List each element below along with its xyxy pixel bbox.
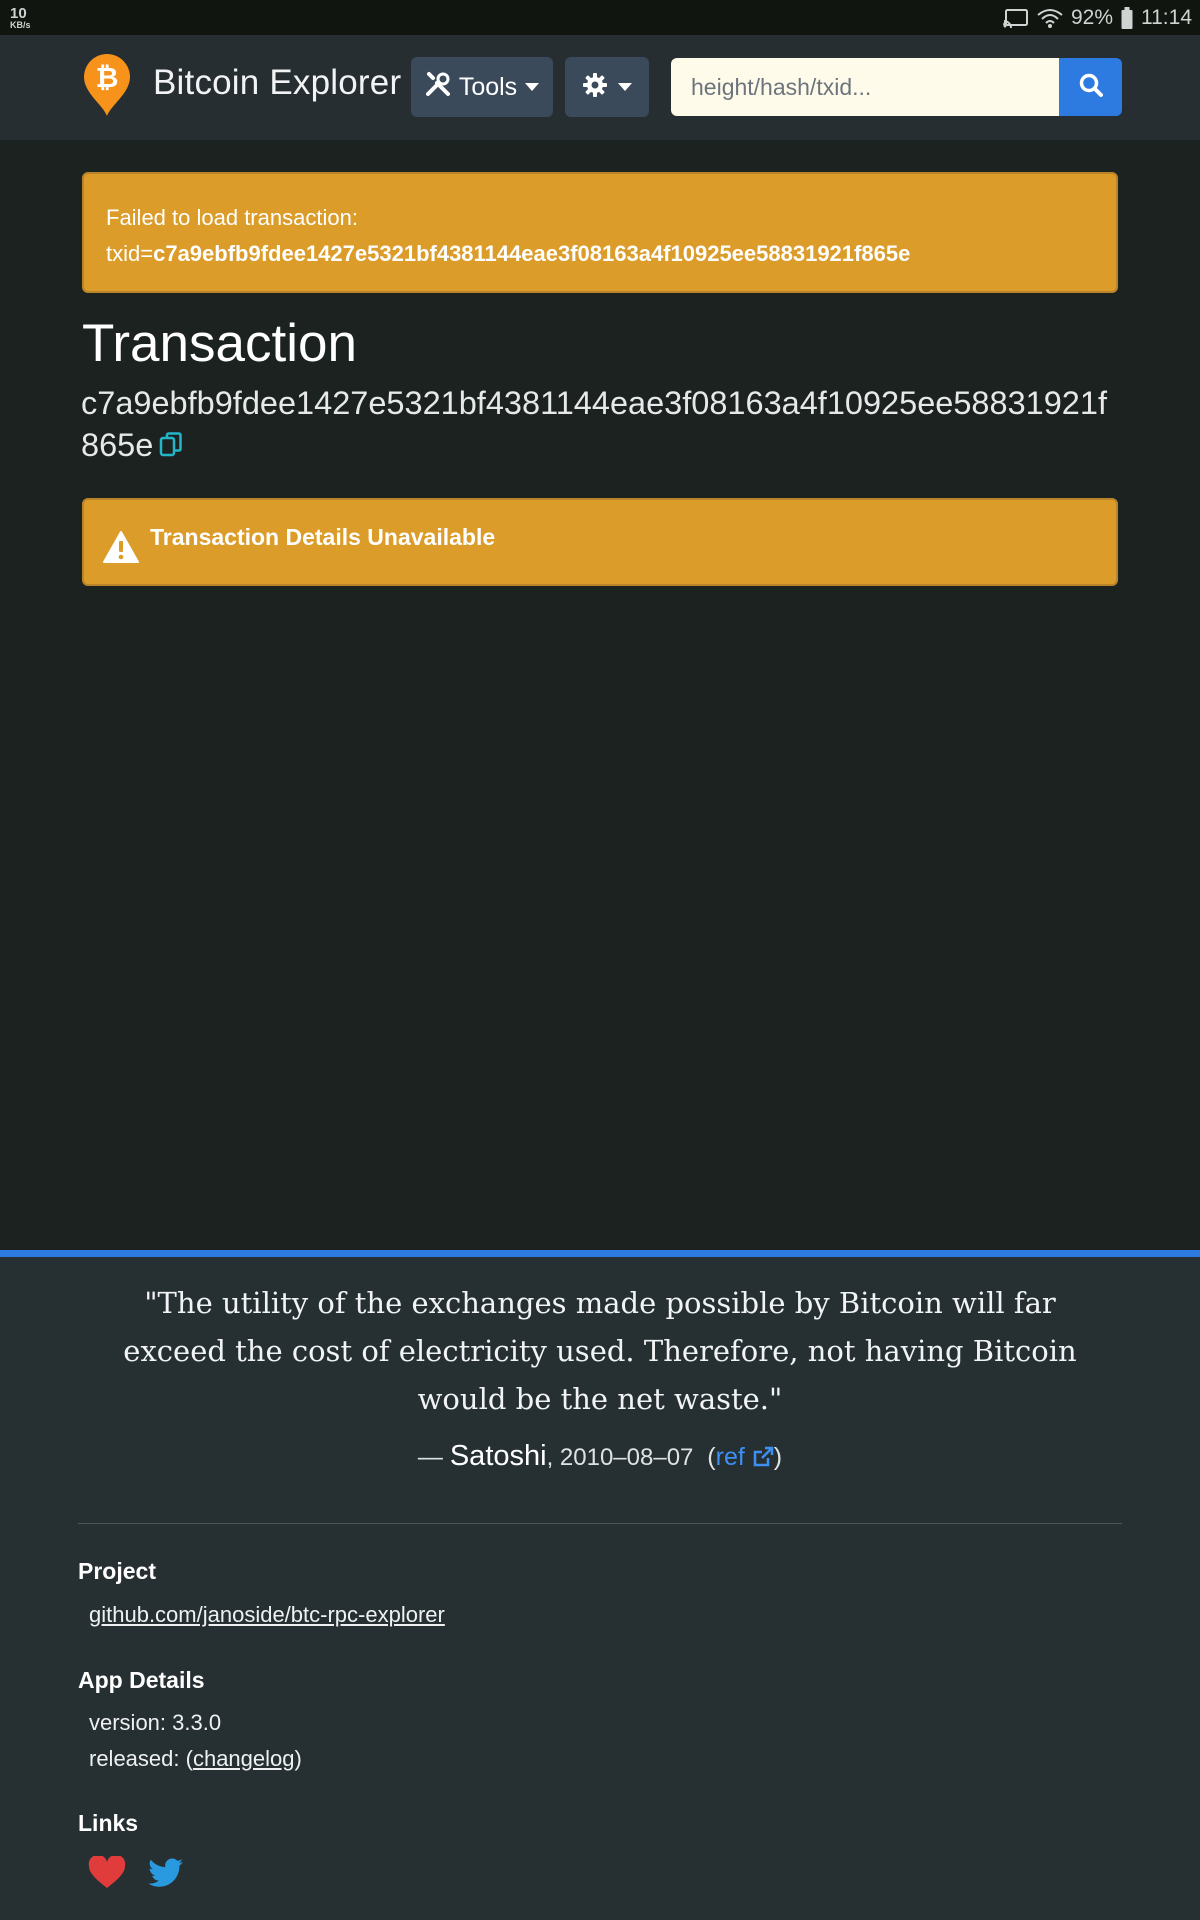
quote-ref-label: ref [715, 1443, 745, 1471]
error-alert-message: Failed to load transaction: [106, 205, 358, 230]
copy-icon[interactable] [159, 426, 183, 468]
tools-label: Tools [458, 72, 518, 101]
error-alert-txid-line: txid=c7a9ebfb9fdee1427e5321bf4381144eae3… [106, 236, 1094, 272]
external-link-icon [752, 1443, 774, 1471]
network-speed-unit: KB/s [10, 19, 31, 30]
transaction-id-text: c7a9ebfb9fdee1427e5321bf4381144eae3f0816… [81, 385, 1107, 463]
error-alert-txid: c7a9ebfb9fdee1427e5321bf4381144eae3f0816… [153, 241, 911, 266]
ref-close-paren: ) [773, 1443, 783, 1471]
quote-ref-link[interactable]: ref [716, 1443, 774, 1471]
network-speed-value: 10 [10, 4, 27, 22]
links-heading: Links [78, 1810, 139, 1836]
warning-alert-text: Transaction Details Unavailable [150, 524, 496, 550]
footer-divider [78, 1523, 1122, 1524]
satoshi-quote: "The utility of the exchanges made possi… [123, 1286, 1077, 1416]
battery-percent: 92% [1070, 5, 1113, 29]
battery-icon [1121, 6, 1133, 29]
page-title: Transaction [82, 314, 357, 373]
error-alert-txid-prefix: txid= [106, 241, 154, 266]
changelog-link[interactable]: changelog [193, 1746, 295, 1771]
released-prefix: released: ( [89, 1746, 193, 1771]
quote-attribution: — Satoshi, 2010–08–07 (ref ) [0, 1440, 1200, 1473]
network-speed: 10 KB/s [10, 6, 31, 30]
brand-title[interactable]: Bitcoin Explorer [153, 63, 401, 103]
svg-text:₿: ₿ [96, 62, 119, 93]
heart-icon[interactable] [88, 1854, 126, 1895]
chevron-down-icon [525, 83, 540, 91]
project-heading: Project [78, 1558, 156, 1584]
quote-date: , 2010–08–07 [546, 1444, 694, 1471]
status-bar: 10 KB/s 92% 11:14 [0, 0, 1200, 35]
quote-author: Satoshi [449, 1440, 547, 1472]
wifi-icon [1037, 8, 1063, 28]
app-version: version: 3.3.0 [89, 1710, 222, 1735]
search-button[interactable] [1059, 58, 1122, 116]
app-details-heading: App Details [78, 1667, 205, 1693]
project-section: github.com/janoside/btc-rpc-explorer [89, 1602, 445, 1628]
warning-alert: Transaction Details Unavailable [82, 498, 1118, 586]
tools-icon [425, 71, 451, 104]
settings-dropdown-button[interactable] [565, 57, 649, 117]
footer: "The utility of the exchanges made possi… [0, 1250, 1200, 1920]
navbar: ₿ Bitcoin Explorer Tools [0, 35, 1200, 140]
quote-dash: — [417, 1443, 450, 1471]
search-input[interactable] [671, 58, 1059, 116]
bitcoin-logo[interactable]: ₿ [82, 53, 132, 117]
twitter-icon[interactable] [148, 1858, 184, 1893]
warning-icon [102, 530, 140, 570]
links-row [88, 1854, 184, 1895]
error-alert: Failed to load transaction: txid=c7a9ebf… [82, 172, 1118, 293]
released-suffix: ) [294, 1746, 302, 1771]
tools-dropdown-button[interactable]: Tools [411, 57, 553, 117]
cast-icon [1002, 8, 1029, 28]
project-github-link[interactable]: github.com/janoside/btc-rpc-explorer [89, 1602, 445, 1627]
transaction-id: c7a9ebfb9fdee1427e5321bf4381144eae3f0816… [81, 382, 1121, 468]
app-released: released: (changelog) [89, 1746, 302, 1772]
chevron-down-icon [618, 83, 632, 91]
clock: 11:14 [1141, 5, 1192, 29]
ref-open-paren: ( [707, 1443, 716, 1471]
search-icon [1078, 72, 1104, 103]
gear-icon [582, 72, 608, 103]
